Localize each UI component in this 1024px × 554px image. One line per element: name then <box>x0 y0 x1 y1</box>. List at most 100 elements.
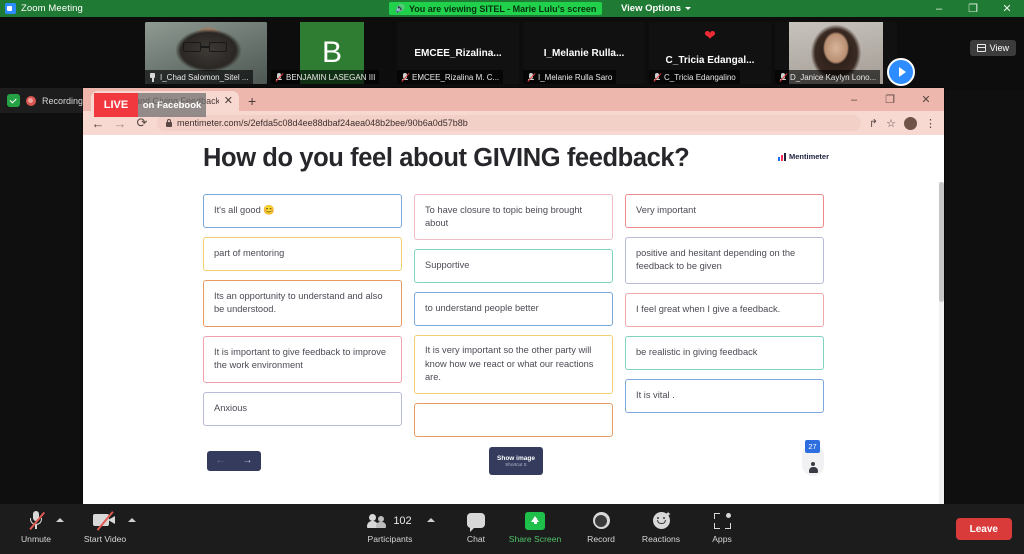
response-card: To have closure to topic being brought a… <box>414 194 613 240</box>
zoom-minimize-button[interactable]: – <box>922 0 956 17</box>
forward-button[interactable]: → <box>113 116 127 131</box>
participant-tile-benjamin[interactable]: B BENJAMIN LASEGAN III <box>271 22 393 84</box>
share-screen-icon <box>525 510 545 531</box>
participant-count-pod[interactable]: 27 <box>802 440 824 476</box>
mentimeter-logo: Mentimeter <box>777 152 829 161</box>
show-image-button[interactable]: Show image Shortcut S <box>489 447 543 475</box>
view-options-label: View Options <box>621 3 682 14</box>
page-title: How do you feel about GIVING feedback? <box>203 144 690 172</box>
participant-name: EMCEE_Rizalina M. C... <box>412 72 500 82</box>
participant-tile-tricia[interactable]: ❤ C_Tricia Edangal... C_Tricia Edangalin… <box>649 22 771 84</box>
slide-navigation[interactable]: ← → <box>207 451 261 471</box>
participant-tile-melanie[interactable]: I_Melanie Rulla... I_Melanie Rulla Saro <box>523 22 645 84</box>
participants-count: 102 <box>393 514 412 527</box>
back-button[interactable]: ← <box>91 116 105 131</box>
viewing-screen-text: You are viewing SITEL - Marie Lulu's scr… <box>408 3 597 14</box>
view-layout-button[interactable]: View <box>969 40 1016 56</box>
zoom-app-icon <box>5 3 16 14</box>
participant-count-badge: 27 <box>805 440 820 453</box>
start-video-button[interactable]: Start Video <box>69 510 141 544</box>
participant-name-chip: I_Chad Salomon_Sitel ... <box>145 70 253 84</box>
unmute-button[interactable]: Unmute <box>0 510 72 544</box>
browser-window-controls: – ❐ ✕ <box>836 88 944 111</box>
participant-tile-chad[interactable]: I_Chad Salomon_Sitel ... <box>145 22 267 84</box>
arrow-right-icon[interactable]: → <box>243 456 253 466</box>
responses-column-2: To have closure to topic being brought a… <box>414 194 613 437</box>
live-platform-label: on Facebook <box>138 93 206 117</box>
zoom-bottom-toolbar: Unmute Start Video 102 Participants Chat <box>0 504 1024 554</box>
grid-view-icon <box>976 44 986 52</box>
participants-button[interactable]: 102 Participants <box>354 510 426 544</box>
lock-icon <box>166 119 172 127</box>
leave-meeting-button[interactable]: Leave <box>955 518 1012 540</box>
zoom-window-controls: – ❐ ✕ <box>922 0 1024 17</box>
response-card: to understand people better <box>414 292 613 326</box>
address-bar-url: mentimeter.com/s/2efda5c08d4ee88dbaf24ae… <box>177 118 468 128</box>
response-card: Supportive <box>414 249 613 283</box>
participant-tile-janice[interactable]: D_Janice Kaylyn Lono... <box>775 22 897 84</box>
zoom-titlebar: Zoom Meeting 🔊 You are viewing SITEL - M… <box>0 0 1024 17</box>
response-card: It is very important so the other party … <box>414 335 613 394</box>
person-icon <box>808 462 818 473</box>
bookmark-star-icon[interactable]: ☆ <box>886 117 896 130</box>
reload-button[interactable]: ⟳ <box>135 115 149 131</box>
browser-close-button[interactable]: ✕ <box>908 88 944 111</box>
apps-button[interactable]: Apps <box>686 510 758 544</box>
responses-grid: It's all good 😊 part of mentoring Its an… <box>203 194 824 437</box>
slide-footer: ← → Show image Shortcut S 27 <box>197 440 830 488</box>
audio-options-caret[interactable] <box>56 518 64 522</box>
show-image-label: Show image <box>497 454 535 462</box>
apps-icon <box>713 510 731 531</box>
new-tab-button[interactable]: + <box>248 94 256 108</box>
screen-root: Zoom Meeting 🔊 You are viewing SITEL - M… <box>0 0 1024 554</box>
browser-maximize-button[interactable]: ❐ <box>872 88 908 111</box>
participant-name-chip: BENJAMIN LASEGAN III <box>271 70 380 84</box>
mic-off-icon <box>527 72 536 82</box>
zoom-maximize-button[interactable]: ❐ <box>956 0 990 17</box>
mentimeter-slide: How do you feel about GIVING feedback? M… <box>197 142 830 494</box>
video-options-caret[interactable] <box>128 518 136 522</box>
responses-column-1: It's all good 😊 part of mentoring Its an… <box>203 194 402 437</box>
share-screen-button[interactable]: Share Screen <box>499 510 571 544</box>
response-card: be realistic in giving feedback <box>625 335 824 370</box>
response-card: positive and hesitant depending on the f… <box>625 237 824 284</box>
mic-off-icon <box>779 72 788 82</box>
participant-name-chip: C_Tricia Edangalino <box>649 70 740 84</box>
share-screen-label: Share Screen <box>508 534 562 544</box>
camera-off-icon <box>93 510 117 531</box>
profile-avatar[interactable] <box>904 116 917 130</box>
view-options-button[interactable]: View Options <box>614 1 698 16</box>
recording-label: Recording <box>41 95 83 106</box>
recording-dot-icon <box>25 95 36 106</box>
participant-filmstrip: I_Chad Salomon_Sitel ... B BENJAMIN LASE… <box>0 17 1024 90</box>
browser-minimize-button[interactable]: – <box>836 88 872 111</box>
zoom-window-title: Zoom Meeting <box>21 3 83 14</box>
page-content: How do you feel about GIVING feedback? M… <box>83 135 944 551</box>
mic-off-icon <box>653 72 662 82</box>
response-card <box>414 403 613 437</box>
arrow-left-icon[interactable]: ← <box>216 456 226 466</box>
zoom-close-button[interactable]: ✕ <box>990 0 1024 17</box>
close-icon[interactable]: ✕ <box>224 95 233 107</box>
encryption-shield-icon[interactable] <box>7 94 20 107</box>
responses-column-3: Very important positive and hesitant dep… <box>625 194 824 437</box>
start-video-label: Start Video <box>83 534 127 544</box>
participant-tile-emcee[interactable]: EMCEE_Rizalina... EMCEE_Rizalina M. C... <box>397 22 519 84</box>
mic-off-icon <box>275 72 284 82</box>
browser-menu-icon[interactable]: ⋮ <box>925 117 936 130</box>
address-bar[interactable]: mentimeter.com/s/2efda5c08d4ee88dbaf24ae… <box>157 115 861 131</box>
filmstrip-next-button[interactable] <box>887 58 915 86</box>
browser-window: ...ceiving and Giving Feedback ✕ + – ❐ ✕… <box>83 88 944 551</box>
participants-label: Participants <box>367 534 413 544</box>
facebook-live-overlay: LIVE on Facebook <box>94 93 206 117</box>
participant-name: D_Janice Kaylyn Lono... <box>790 72 877 82</box>
slide-header: How do you feel about GIVING feedback? M… <box>197 142 830 194</box>
mic-off-icon <box>29 510 45 531</box>
scrollbar-thumb[interactable] <box>939 182 944 302</box>
participant-name-chip: I_Melanie Rulla Saro <box>523 70 617 84</box>
share-icon[interactable]: ↱ <box>869 117 878 130</box>
response-card: Very important <box>625 194 824 228</box>
participants-options-caret[interactable] <box>427 518 435 522</box>
page-scrollbar[interactable] <box>939 182 944 551</box>
leave-label: Leave <box>969 523 998 535</box>
